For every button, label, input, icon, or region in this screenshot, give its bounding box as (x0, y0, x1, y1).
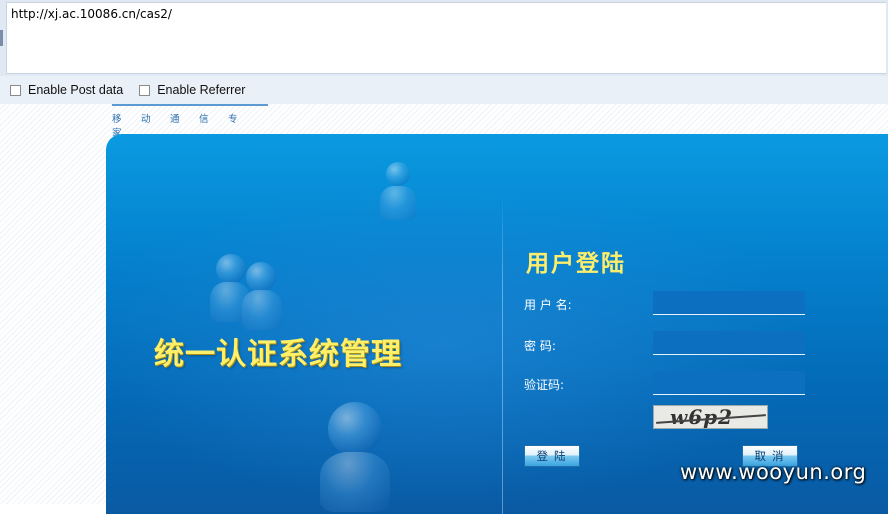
watermark-text: www.wooyun.org (680, 460, 867, 484)
logo-char: 动 (141, 114, 151, 125)
captcha-label: 验证码: (524, 378, 565, 392)
web-page: 移动通信专家 统一认证系统管理 用户登陆 用 户 名: 密 码: 验证码: w6… (0, 104, 888, 514)
username-input[interactable] (653, 291, 805, 315)
logo-char: 信 (199, 114, 209, 125)
enable-referrer-checkbox[interactable] (139, 84, 151, 96)
login-panel: 统一认证系统管理 用户登陆 用 户 名: 密 码: 验证码: w6p2 登陆 取… (106, 134, 888, 514)
enable-post-checkbox[interactable] (10, 84, 21, 96)
logo-char: 通 (170, 114, 180, 125)
decorative-pawn-body (380, 186, 416, 220)
enable-referrer-option[interactable]: Enable Referrer (139, 83, 245, 97)
url-panel: http://xj.ac.10086.cn/cas2/ (0, 0, 888, 76)
decorative-sphere (386, 162, 410, 186)
splitter-handle[interactable] (0, 30, 3, 46)
decorative-sphere (328, 402, 382, 456)
logo-underline (112, 104, 268, 106)
logo-char: 移 (112, 114, 122, 125)
system-title: 统一认证系统管理 (154, 337, 402, 372)
panel-divider (502, 192, 503, 514)
password-label: 密 码: (524, 339, 556, 353)
login-button[interactable]: 登陆 (524, 445, 580, 467)
captcha-input[interactable] (653, 371, 805, 395)
decorative-pawn-body (242, 290, 282, 330)
username-label: 用 户 名: (524, 298, 572, 312)
decorative-sphere (246, 262, 276, 292)
options-bar: Enable Post data Enable Referrer (0, 76, 888, 105)
enable-referrer-label: Enable Referrer (157, 83, 246, 97)
login-title: 用户登陆 (526, 251, 626, 277)
password-input[interactable] (653, 331, 805, 355)
url-textarea[interactable]: http://xj.ac.10086.cn/cas2/ (6, 2, 886, 74)
enable-post-label: Enable Post data (28, 83, 124, 97)
enable-post-option[interactable]: Enable Post data (10, 83, 123, 97)
decorative-sphere (216, 254, 246, 284)
logo-char: 专 (228, 114, 238, 125)
decorative-pawn-body (320, 452, 390, 512)
captcha-image[interactable]: w6p2 (653, 405, 768, 429)
